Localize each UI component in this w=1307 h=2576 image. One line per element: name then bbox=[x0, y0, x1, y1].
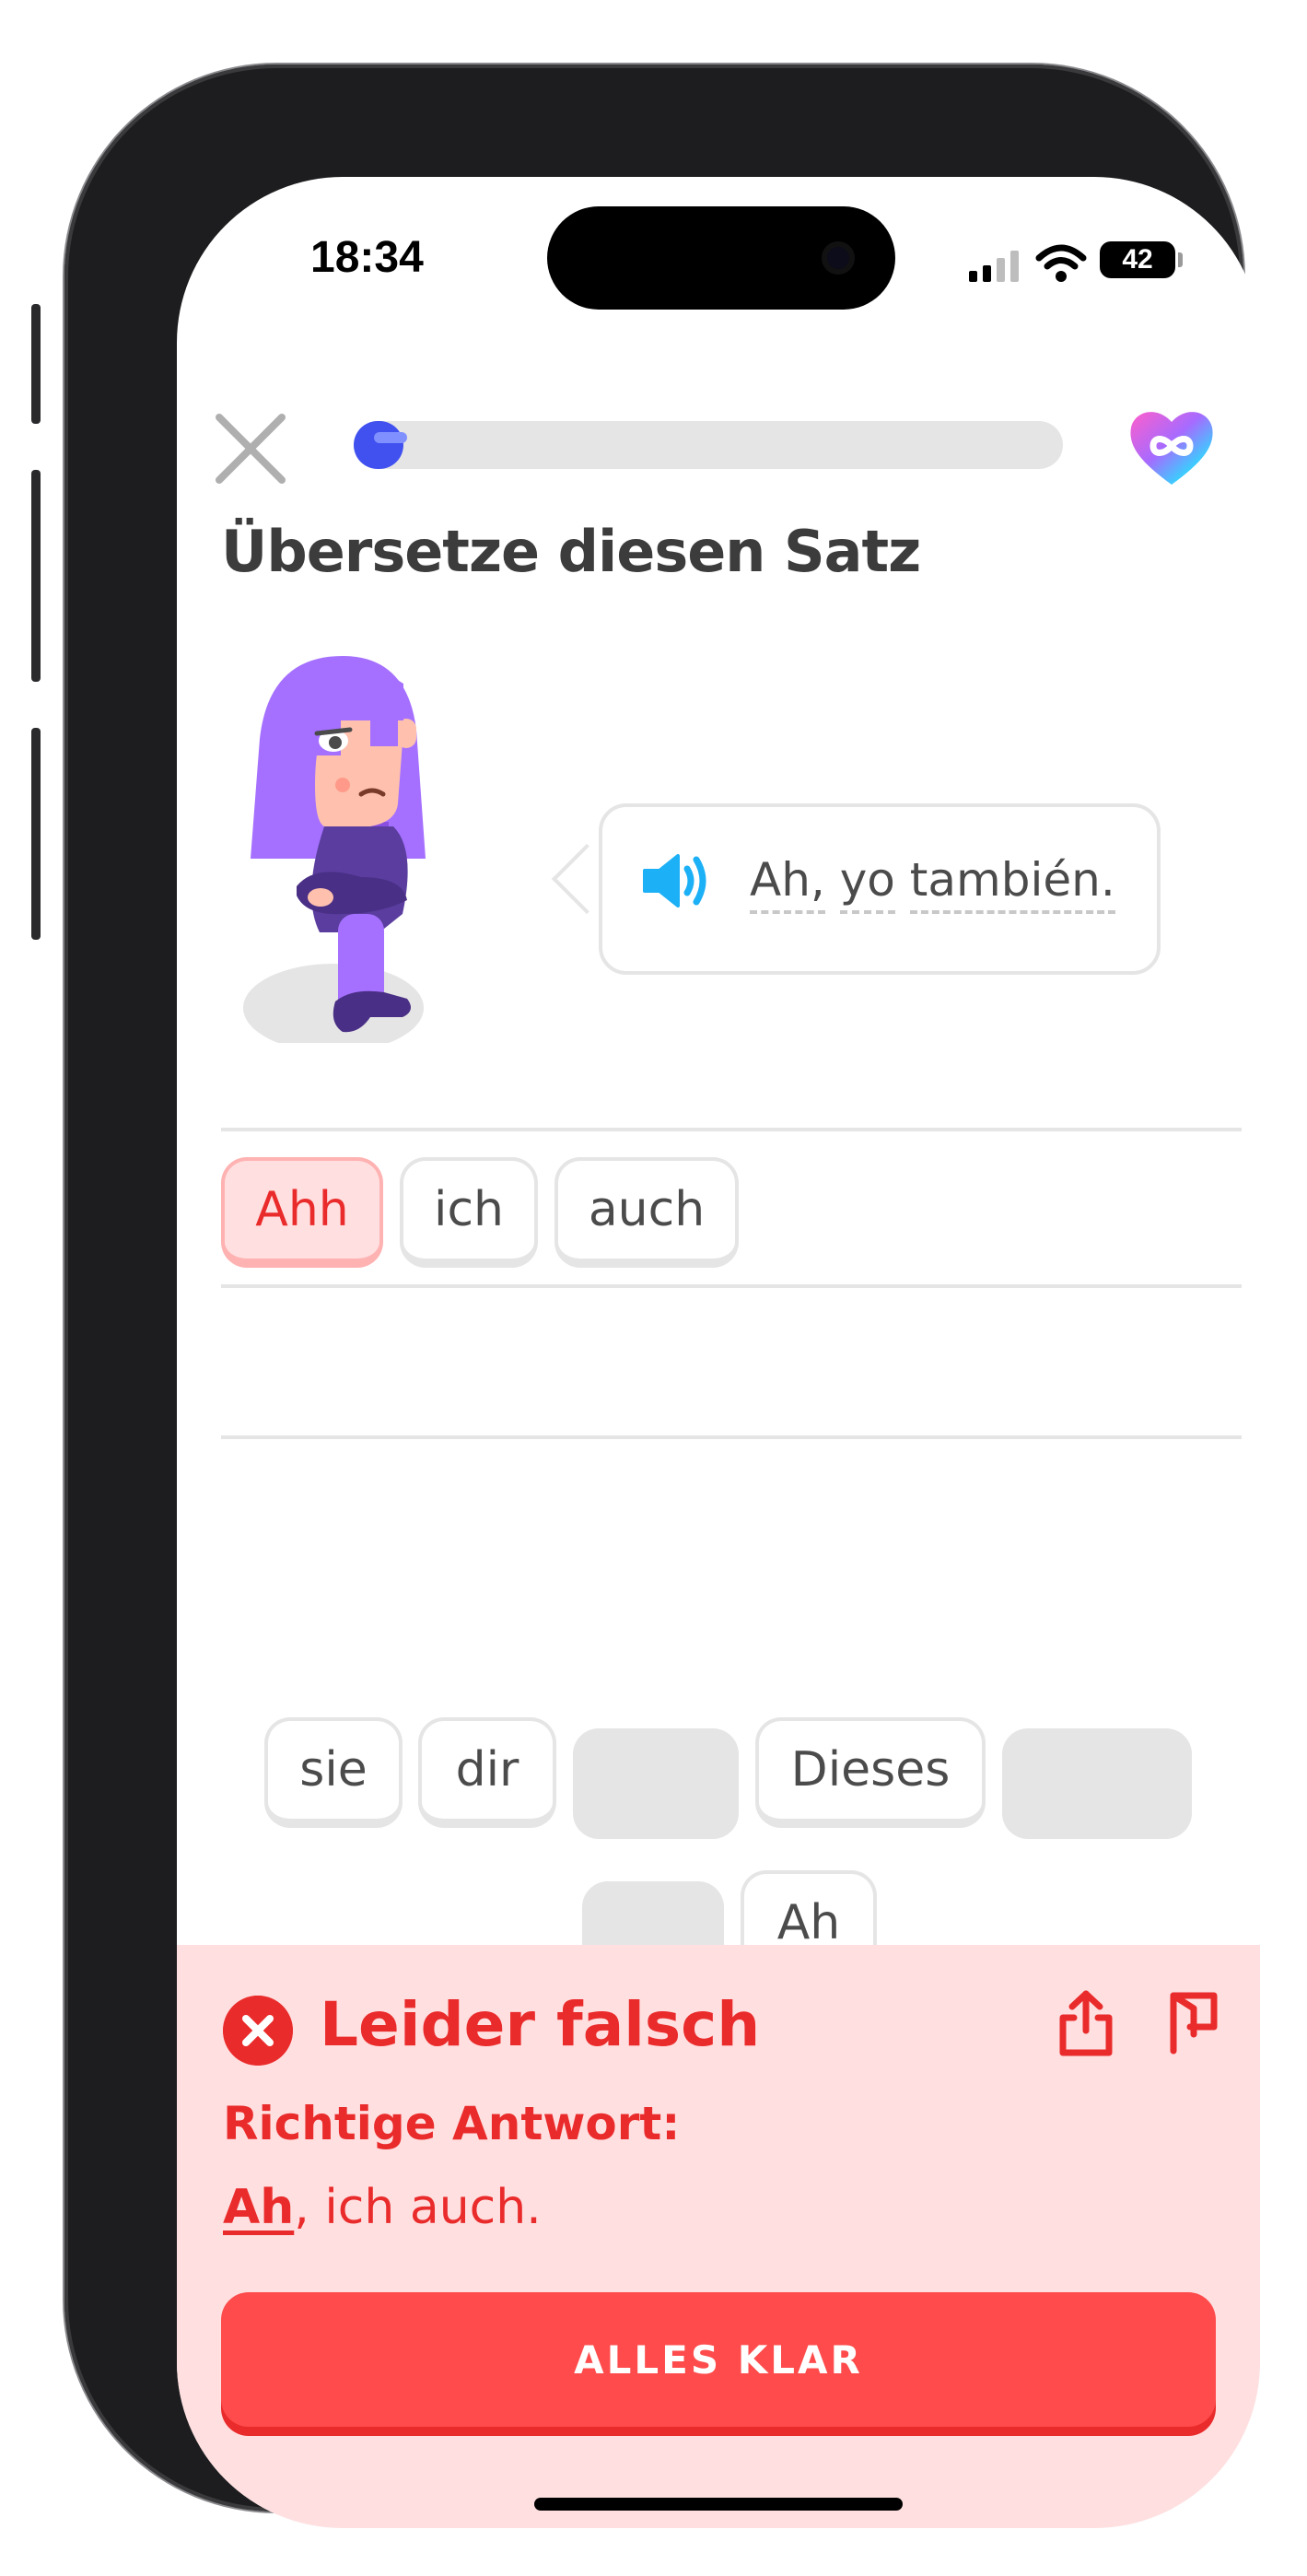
feedback-title: Leider falsch bbox=[320, 1989, 761, 2060]
lesson-progress-fill bbox=[354, 421, 407, 469]
correct-answer-highlight: Ah bbox=[223, 2180, 295, 2235]
share-icon[interactable] bbox=[1054, 1986, 1118, 2060]
volume-down-button bbox=[31, 728, 41, 940]
answer-tile[interactable]: Ahh bbox=[221, 1157, 383, 1268]
answer-line-middle bbox=[221, 1284, 1242, 1288]
home-indicator[interactable] bbox=[534, 2498, 903, 2511]
correct-answer-rest: , ich auch. bbox=[294, 2180, 542, 2235]
exercise-title: Übersetze diesen Satz bbox=[221, 518, 921, 585]
word-bank-empty-slot bbox=[573, 1728, 739, 1839]
error-icon bbox=[223, 1996, 293, 2066]
word-bank-tile[interactable]: sie bbox=[264, 1717, 403, 1828]
correct-answer-label: Richtige Antwort: bbox=[223, 2097, 681, 2150]
speaker-icon[interactable] bbox=[639, 849, 713, 913]
feedback-panel: Leider falsch Richtige Antwort: Ah, ich … bbox=[177, 1945, 1260, 2528]
word-bank-empty-slot bbox=[1002, 1728, 1192, 1839]
app-screen: 18:34 42 Übersetze diesen Satz Ah, yo ta… bbox=[177, 177, 1260, 2528]
character-illustration bbox=[243, 656, 426, 1043]
word-bank-tile[interactable]: dir bbox=[418, 1717, 556, 1828]
prompt-word[interactable]: yo bbox=[839, 853, 895, 914]
volume-up-button bbox=[31, 470, 41, 682]
answer-line-bottom bbox=[221, 1435, 1242, 1439]
answer-line-top bbox=[221, 1128, 1242, 1131]
wifi-icon bbox=[1035, 244, 1087, 282]
close-icon[interactable] bbox=[214, 412, 287, 486]
flag-icon[interactable] bbox=[1162, 1986, 1227, 2060]
camera-icon bbox=[822, 241, 855, 275]
correct-answer: Ah, ich auch. bbox=[223, 2180, 542, 2235]
cellular-signal-icon bbox=[969, 249, 1024, 282]
speech-bubble: Ah, yo también. bbox=[599, 803, 1161, 975]
prompt-sentence: Ah, yo también. bbox=[750, 853, 1115, 914]
action-button bbox=[31, 304, 41, 424]
status-time: 18:34 bbox=[310, 233, 424, 282]
answer-tile[interactable]: ich bbox=[400, 1157, 538, 1268]
phone-frame: 18:34 42 Übersetze diesen Satz Ah, yo ta… bbox=[31, 64, 1260, 2528]
continue-button[interactable]: ALLES KLAR bbox=[221, 2292, 1216, 2427]
word-bank-tile[interactable]: Dieses bbox=[755, 1717, 986, 1828]
prompt-word[interactable]: también. bbox=[909, 853, 1115, 914]
answer-tile[interactable]: auch bbox=[554, 1157, 739, 1268]
battery-indicator: 42 bbox=[1100, 241, 1175, 278]
infinity-heart-icon[interactable] bbox=[1126, 400, 1218, 492]
prompt-word[interactable]: Ah, bbox=[750, 853, 825, 914]
progress-shine bbox=[374, 432, 407, 443]
lesson-progress-bar bbox=[354, 421, 1063, 469]
battery-cap bbox=[1178, 252, 1183, 267]
